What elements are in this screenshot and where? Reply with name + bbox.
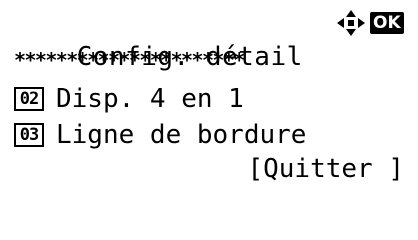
navigation-indicator: OK <box>336 8 404 38</box>
quit-softkey[interactable]: [Quitter ] <box>247 152 404 186</box>
title-row: Config. détail <box>14 6 303 72</box>
list-item-label: Disp. 4 en 1 <box>56 84 244 114</box>
scroll-separator: ********************** <box>14 52 245 68</box>
item-number-badge: 02 <box>14 87 44 111</box>
list-item-label: Ligne de bordure <box>56 120 307 150</box>
ok-icon: OK <box>370 12 404 34</box>
list-item[interactable]: 03 Ligne de bordure <box>14 118 306 152</box>
item-number-badge: 03 <box>14 123 44 147</box>
four-way-arrow-icon <box>336 9 366 37</box>
list-item[interactable]: 02 Disp. 4 en 1 <box>14 82 244 116</box>
lcd-screen: Config. détail OK **********************… <box>0 0 418 226</box>
